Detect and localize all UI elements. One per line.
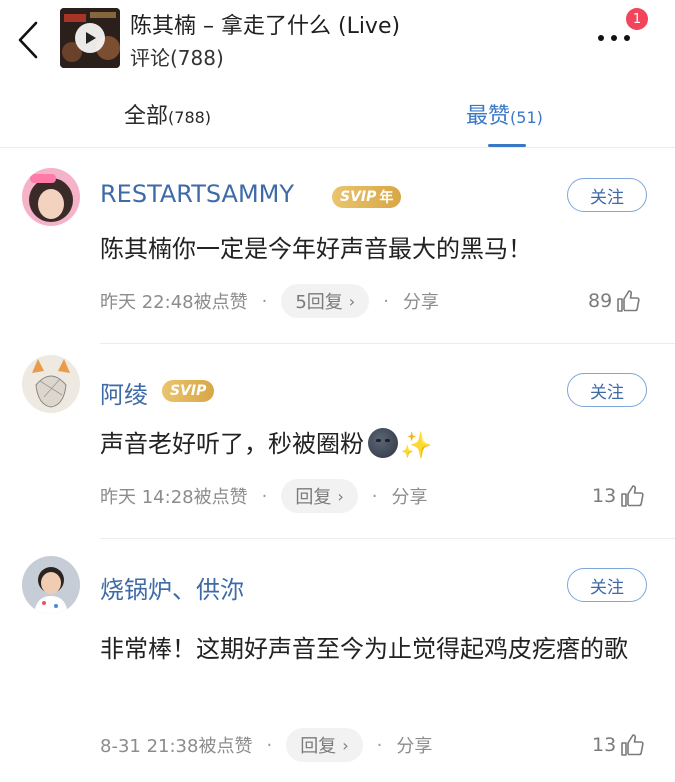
svip-badge: SVIP	[162, 380, 215, 402]
play-button[interactable]	[75, 23, 105, 53]
user-avatar[interactable]	[22, 355, 80, 413]
comment-count-title: 评论(788)	[130, 46, 224, 70]
follow-button[interactable]: 关注	[567, 178, 647, 212]
reply-button[interactable]: 回复 ›	[281, 479, 358, 513]
reply-label: 回复	[300, 736, 337, 757]
thumbs-up-icon	[617, 290, 640, 312]
song-cover[interactable]	[60, 8, 120, 68]
portrait-avatar-pink-frame	[22, 168, 80, 226]
comment-meta: 昨天 14:28被点赞 · 回复 › · 分享	[100, 479, 427, 513]
play-icon	[86, 32, 96, 44]
meta-separator: ·	[371, 485, 378, 507]
reply-button[interactable]: 5回复 ›	[281, 284, 370, 318]
thumbs-up-icon	[621, 734, 644, 756]
reply-label: 回复	[295, 487, 332, 508]
like-count: 13	[592, 734, 617, 756]
tab-all[interactable]: 全部 (788)	[124, 98, 211, 138]
sketch-avatar-cat-ears	[22, 355, 80, 413]
follow-button[interactable]: 关注	[567, 373, 647, 407]
comment-text-row: 声音老好听了，秒被圈粉 ✨	[100, 423, 655, 467]
meta-separator: ·	[376, 734, 383, 756]
more-dot	[624, 35, 630, 41]
like-button[interactable]: 13	[592, 728, 644, 762]
more-dots-icon	[598, 35, 604, 41]
tab-top-liked[interactable]: 最赞 (51)	[466, 98, 543, 138]
back-button[interactable]	[10, 18, 46, 62]
meta-separator: ·	[261, 290, 268, 312]
reply-label: 5回复	[295, 292, 343, 313]
liked-time: 昨天 14:28被点赞	[100, 487, 248, 508]
active-tab-indicator	[488, 144, 526, 147]
like-count: 13	[592, 485, 617, 507]
chevron-left-icon	[18, 21, 38, 59]
svip-label: SVIP	[170, 383, 207, 399]
svip-label: SVIP	[340, 189, 377, 205]
thumbs-up-icon	[621, 485, 644, 507]
comment-meta: 8-31 21:38被点赞 · 回复 › · 分享	[100, 728, 432, 762]
comment-tabs: 全部 (788) 最赞 (51)	[0, 84, 675, 148]
svip-badge: SVIP 年	[332, 186, 402, 208]
chevron-right-icon: ›	[348, 291, 356, 311]
tab-all-count: (788)	[168, 108, 212, 127]
tab-top-label: 最赞	[466, 104, 511, 129]
reply-button[interactable]: 回复 ›	[286, 728, 363, 762]
svip-year-label: 年	[379, 190, 394, 206]
new-moon-face-emoji	[368, 428, 398, 458]
username[interactable]: 烧锅炉、供沵	[100, 570, 244, 605]
comment-divider	[100, 343, 675, 344]
comment-text: 非常棒！这期好声音至今为止觉得起鸡皮疙瘩的歌	[100, 635, 628, 663]
comment-divider	[100, 538, 675, 539]
liked-time: 8-31 21:38被点赞	[100, 736, 253, 757]
share-button[interactable]: 分享	[391, 483, 427, 509]
user-avatar[interactable]	[22, 556, 80, 614]
username[interactable]: 阿绫	[100, 375, 148, 410]
like-count: 89	[588, 290, 613, 312]
liked-time: 昨天 22:48被点赞	[100, 292, 248, 313]
comment-text: 陈其楠你一定是今年好声音最大的黑马！	[100, 235, 532, 263]
meta-separator: ·	[383, 290, 389, 312]
top-bar: 陈其楠 – 拿走了什么 (Live) 评论(788) 1	[0, 0, 675, 80]
chevron-right-icon: ›	[337, 486, 344, 506]
tab-top-count: (51)	[510, 108, 543, 127]
meta-separator: ·	[261, 485, 268, 507]
tab-all-label: 全部	[124, 104, 169, 129]
comment-item: 烧锅炉、供沵 关注 非常棒！这期好声音至今为止觉得起鸡皮疙瘩的歌 8-31 21…	[0, 540, 675, 782]
user-avatar[interactable]	[22, 168, 80, 226]
song-title: 陈其楠 – 拿走了什么 (Live)	[130, 14, 401, 39]
username[interactable]: RESTARTSAMMY	[100, 180, 294, 208]
sparkles-emoji: ✨	[400, 431, 433, 461]
follow-button[interactable]: 关注	[567, 568, 647, 602]
like-button[interactable]: 13	[592, 479, 644, 513]
like-button[interactable]: 89	[588, 284, 640, 318]
comment-meta: 昨天 22:48被点赞 · 5回复 › · 分享	[100, 284, 439, 318]
child-photo-avatar	[22, 556, 80, 614]
more-dot	[611, 35, 617, 41]
comment-item: RESTARTSAMMY SVIP 年 关注 陈其楠你一定是今年好声音最大的黑马…	[0, 150, 675, 344]
comment-item: 阿绫 SVIP 关注 声音老好听了，秒被圈粉 ✨ 昨天 14:28被点赞 · 回复…	[0, 345, 675, 539]
notification-badge: 1	[626, 8, 648, 30]
share-button[interactable]: 分享	[396, 732, 432, 758]
share-button[interactable]: 分享	[403, 288, 439, 314]
meta-separator: ·	[266, 734, 273, 756]
comment-text: 声音老好听了，秒被圈粉	[100, 430, 364, 458]
chevron-right-icon: ›	[342, 735, 349, 755]
